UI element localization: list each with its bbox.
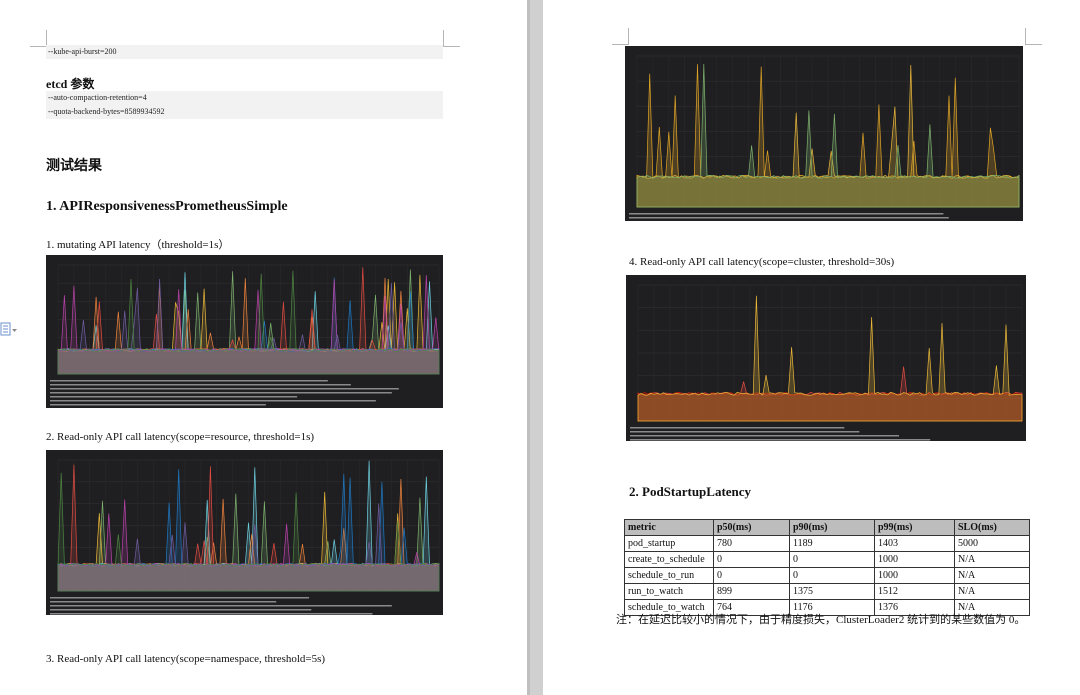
chart-plot	[50, 264, 440, 406]
table-header-cell: p90(ms)	[789, 519, 875, 536]
table-cell: 0	[713, 567, 790, 584]
legend-row	[50, 388, 399, 390]
document-icon[interactable]	[0, 322, 18, 338]
table-header-cell: p99(ms)	[874, 519, 955, 536]
item2-caption: 2. Read-only API call latency(scope=reso…	[46, 431, 315, 443]
section1-heading: 1. APIResponsivenessPrometheusSimple	[46, 199, 288, 214]
legend-row	[50, 396, 298, 398]
legend-row	[50, 404, 266, 406]
table-cell: schedule_to_run	[624, 567, 714, 584]
legend-row	[50, 392, 392, 394]
page-corner-mark	[612, 28, 629, 45]
left-page: --kube-api-burst=200 etcd 参数 --auto-comp…	[0, 0, 527, 695]
table-cell: 0	[789, 551, 875, 568]
table-cell: 899	[713, 583, 790, 600]
legend-row	[630, 431, 860, 433]
mutating-latency-chart	[46, 255, 443, 408]
page-gutter	[527, 0, 543, 695]
item4-caption: 4. Read-only API call latency(scope=clus…	[629, 256, 895, 268]
precision-note: 注：在延迟比较小的情况下，由于精度损失，ClusterLoader2 统计到的某…	[616, 614, 1026, 626]
table-cell: 1000	[874, 567, 955, 584]
etcd-heading: etcd 参数	[46, 77, 95, 91]
item3-caption: 3. Read-only API call latency(scope=name…	[46, 653, 326, 665]
table-header-cell: SLO(ms)	[954, 519, 1030, 536]
table-cell: 780	[713, 535, 790, 552]
kube-api-burst-line: --kube-api-burst=200	[46, 45, 443, 59]
legend-row	[50, 613, 373, 615]
table-row: run_to_watch 899 1375 1512 N/A	[624, 583, 1030, 600]
results-heading: 测试结果	[46, 159, 102, 174]
etcd-line-1: --auto-compaction-retention=4	[46, 91, 443, 105]
table-cell: 1189	[789, 535, 875, 552]
table-cell: 1000	[874, 551, 955, 568]
legend-row	[50, 380, 328, 382]
table-cell: N/A	[954, 551, 1030, 568]
item1-caption: 1. mutating API latency（threshold=1s）	[46, 239, 230, 251]
page-corner-mark	[30, 30, 47, 47]
legend-row	[629, 217, 949, 219]
table-cell: N/A	[954, 567, 1030, 584]
table-header-cell: p50(ms)	[713, 519, 790, 536]
legend-row	[50, 597, 310, 599]
legend-row	[50, 601, 277, 603]
table-cell: 0	[789, 567, 875, 584]
table-cell: 1512	[874, 583, 955, 600]
table-header-cell: metric	[624, 519, 714, 536]
table-cell: create_to_schedule	[624, 551, 714, 568]
table-header-row: metric p50(ms) p90(ms) p99(ms) SLO(ms)	[624, 519, 1030, 536]
table-cell: 1403	[874, 535, 955, 552]
legend-row	[629, 213, 944, 215]
table-row: schedule_to_run 0 0 1000 N/A	[624, 567, 1030, 584]
legend-row	[630, 439, 931, 441]
table-cell: N/A	[954, 583, 1030, 600]
namespace-latency-chart	[625, 46, 1023, 221]
page-corner-mark	[443, 30, 460, 47]
table-cell: 1375	[789, 583, 875, 600]
chart-plot	[50, 459, 440, 615]
page-corner-mark	[1025, 28, 1042, 45]
pod-startup-latency-table: metric p50(ms) p90(ms) p99(ms) SLO(ms) p…	[624, 519, 1030, 616]
table-cell: run_to_watch	[624, 583, 714, 600]
legend-row	[50, 605, 392, 607]
resource-latency-chart	[46, 450, 443, 615]
etcd-line-2: --quota-backend-bytes=8589934592	[46, 105, 443, 119]
legend-row	[50, 609, 312, 611]
table-cell: 0	[713, 551, 790, 568]
chart-plot	[630, 284, 1023, 441]
section2-heading: 2. PodStartupLatency	[629, 484, 752, 499]
legend-row	[630, 427, 845, 429]
table-cell: 5000	[954, 535, 1030, 552]
cluster-latency-chart	[626, 275, 1026, 441]
chart-plot	[629, 55, 1020, 219]
table-row: pod_startup 780 1189 1403 5000	[624, 535, 1030, 552]
legend-row	[50, 384, 351, 386]
table-row: create_to_schedule 0 0 1000 N/A	[624, 551, 1030, 568]
legend-row	[630, 435, 900, 437]
legend-row	[50, 400, 376, 402]
table-cell: pod_startup	[624, 535, 714, 552]
